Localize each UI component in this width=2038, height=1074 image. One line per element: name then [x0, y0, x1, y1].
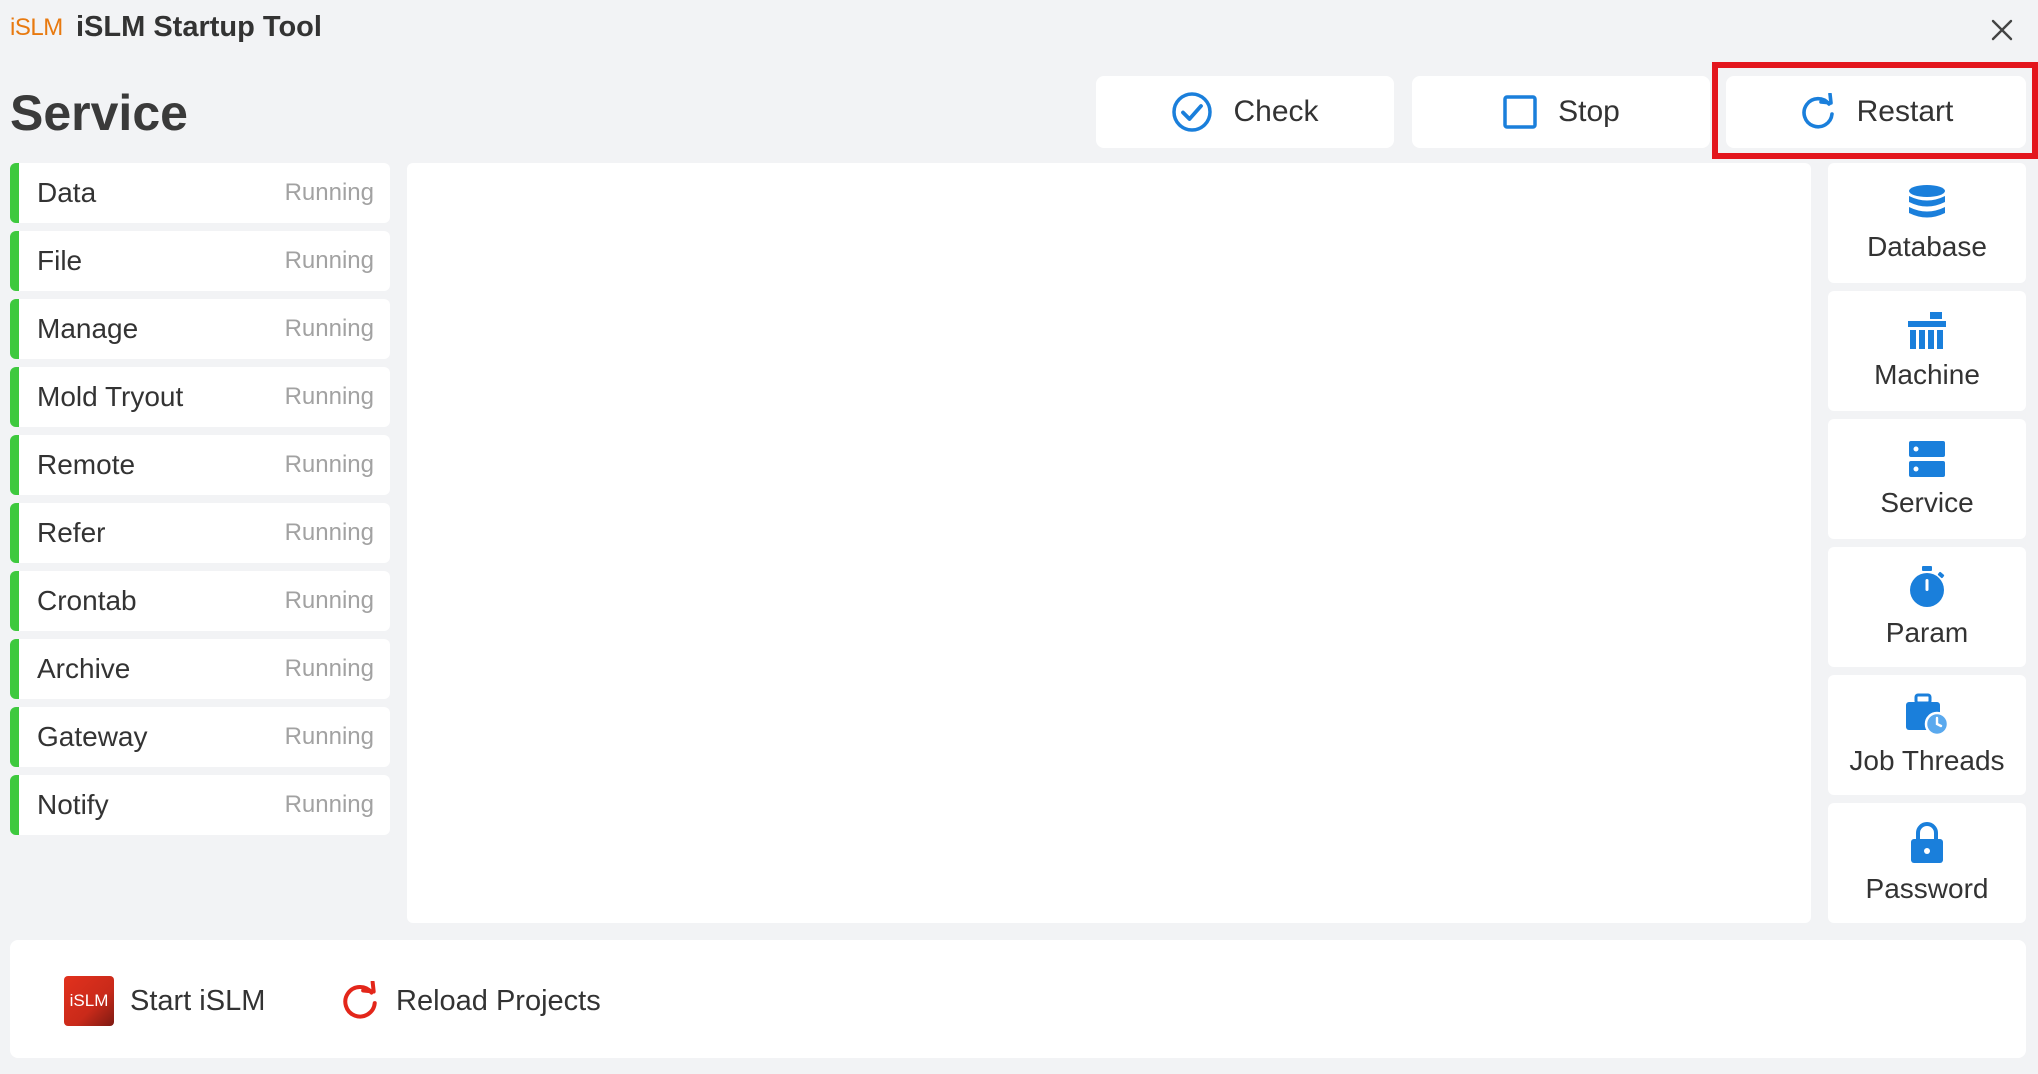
- sidebar-label: Param: [1885, 617, 1969, 648]
- service-status: Running: [284, 587, 374, 614]
- service-status: Running: [284, 655, 374, 682]
- service-item-data[interactable]: Data Running: [10, 163, 390, 223]
- sidebar-item-service[interactable]: Service: [1828, 419, 2026, 539]
- sidebar-item-job-threads[interactable]: Job Threads: [1828, 675, 2026, 795]
- sidebar-label: Job Threads: [1849, 745, 2005, 776]
- reload-projects-button[interactable]: Reload Projects: [340, 976, 601, 1026]
- service-name: Remote: [37, 449, 136, 480]
- sidebar-label: Machine: [1874, 359, 1980, 390]
- stop-button[interactable]: Stop: [1412, 76, 1710, 148]
- service-name: Notify: [37, 789, 109, 820]
- service-name: Archive: [37, 653, 131, 684]
- window-title: iSLM Startup Tool: [76, 11, 322, 43]
- service-item-file[interactable]: File Running: [10, 231, 390, 291]
- log-console[interactable]: [407, 163, 1811, 923]
- stop-label: Stop: [1558, 95, 1620, 128]
- check-label: Check: [1233, 95, 1319, 128]
- close-icon: [1991, 19, 2013, 41]
- stop-square-icon: [1503, 95, 1537, 129]
- app-logo: iSLM: [10, 14, 63, 41]
- sidebar-item-database[interactable]: Database: [1828, 163, 2026, 283]
- lock-icon: [1911, 822, 1943, 863]
- page-title: Service: [10, 85, 188, 141]
- islm-app-icon-text: iSLM: [69, 991, 109, 1010]
- service-item-manage[interactable]: Manage Running: [10, 299, 390, 359]
- service-status: Running: [284, 723, 374, 750]
- restart-label: Restart: [1856, 95, 1954, 128]
- server-icon: [1909, 441, 1945, 477]
- refresh-icon: [1801, 93, 1834, 129]
- service-item-archive[interactable]: Archive Running: [10, 639, 390, 699]
- briefcase-clock-icon: [1906, 693, 1950, 737]
- reload-icon: [343, 981, 377, 1019]
- service-name: Gateway: [37, 721, 148, 752]
- service-name: Data: [37, 177, 97, 208]
- service-status: Running: [284, 791, 374, 818]
- right-sidebar: Database Machine Service Param Job Threa…: [1828, 163, 2026, 931]
- start-islm-button[interactable]: iSLM Start iSLM: [64, 976, 265, 1026]
- service-status: Running: [284, 383, 374, 410]
- service-item-crontab[interactable]: Crontab Running: [10, 571, 390, 631]
- sidebar-label: Password: [1865, 873, 1989, 904]
- service-item-notify[interactable]: Notify Running: [10, 775, 390, 835]
- database-icon: [1909, 185, 1945, 218]
- sidebar-label: Service: [1880, 487, 1974, 518]
- service-item-mold-tryout[interactable]: Mold Tryout Running: [10, 367, 390, 427]
- service-status: Running: [284, 179, 374, 206]
- service-item-remote[interactable]: Remote Running: [10, 435, 390, 495]
- title-bar: iSLM iSLM Startup Tool: [0, 0, 2038, 56]
- footer-bar: iSLM Start iSLM Reload Projects: [10, 940, 2026, 1058]
- service-list: Data Running File Running Manage Running…: [10, 163, 390, 843]
- islm-app-icon: iSLM: [64, 976, 114, 1026]
- sidebar-item-machine[interactable]: Machine: [1828, 291, 2026, 411]
- service-status: Running: [284, 451, 374, 478]
- service-name: File: [37, 245, 83, 276]
- service-name: Manage: [37, 313, 139, 344]
- start-islm-label: Start iSLM: [130, 984, 266, 1017]
- sidebar-item-param[interactable]: Param: [1828, 547, 2026, 667]
- check-button[interactable]: Check: [1096, 76, 1394, 148]
- startup-tool-window: iSLM iSLM Startup Tool Service Check Sto…: [0, 0, 2038, 1074]
- service-status: Running: [284, 247, 374, 274]
- service-status: Running: [284, 315, 374, 342]
- service-name: Refer: [37, 517, 106, 548]
- service-item-refer[interactable]: Refer Running: [10, 503, 390, 563]
- sidebar-label: Database: [1867, 231, 1987, 262]
- service-name: Mold Tryout: [37, 381, 184, 412]
- machine-icon: [1908, 312, 1946, 349]
- sidebar-item-password[interactable]: Password: [1828, 803, 2026, 923]
- check-circle-icon: [1172, 92, 1213, 132]
- service-status: Running: [284, 519, 374, 546]
- close-button[interactable]: [1984, 12, 2020, 48]
- service-item-gateway[interactable]: Gateway Running: [10, 707, 390, 767]
- service-name: Crontab: [37, 585, 137, 616]
- reload-projects-label: Reload Projects: [396, 984, 601, 1017]
- stopwatch-icon: [1910, 566, 1945, 607]
- restart-button[interactable]: Restart: [1726, 76, 2026, 148]
